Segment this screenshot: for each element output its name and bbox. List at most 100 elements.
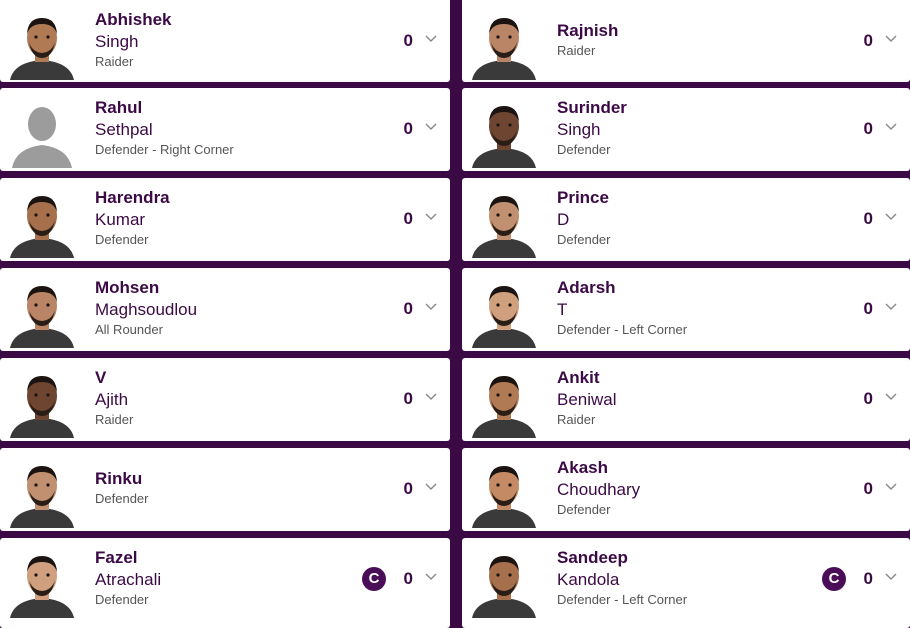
player-points: 0 (403, 31, 413, 50)
player-photo (468, 10, 540, 80)
player-card[interactable]: Adarsh T Defender - Left Corner 0 (462, 268, 910, 351)
player-first-name: Surinder (557, 98, 627, 117)
player-photo (468, 548, 540, 618)
player-points: 0 (403, 299, 413, 318)
player-points: 0 (863, 209, 873, 228)
player-photo (468, 98, 540, 168)
player-first-name: Ankit (557, 368, 600, 387)
player-last-name: Kumar (95, 210, 146, 229)
player-name-block: Prince D Defender (557, 187, 610, 249)
player-role: Raider (557, 412, 596, 427)
chevron-down-icon[interactable] (423, 209, 439, 225)
player-first-name: Prince (557, 188, 609, 207)
chevron-down-icon[interactable] (883, 209, 899, 225)
player-role: All Rounder (95, 322, 163, 337)
player-photo (6, 188, 78, 258)
player-card[interactable]: Abhishek Singh Raider 0 (0, 0, 450, 82)
player-card[interactable]: V Ajith Raider 0 (0, 358, 450, 441)
player-photo (6, 10, 78, 80)
player-card[interactable]: Prince D Defender 0 (462, 178, 910, 261)
chevron-down-icon[interactable] (883, 119, 899, 135)
chevron-down-icon[interactable] (883, 299, 899, 315)
chevron-down-icon[interactable] (423, 119, 439, 135)
player-card[interactable]: Mohsen Maghsoudlou All Rounder 0 (0, 268, 450, 351)
player-card[interactable]: Rajnish Raider 0 (462, 0, 910, 82)
chevron-down-icon[interactable] (423, 31, 439, 47)
player-points: 0 (863, 299, 873, 318)
player-card[interactable]: Rahul Sethpal Defender - Right Corner 0 (0, 88, 450, 171)
player-last-name: T (557, 300, 568, 319)
chevron-down-icon[interactable] (883, 479, 899, 495)
player-card[interactable]: Harendra Kumar Defender 0 (0, 178, 450, 261)
player-first-name: Rahul (95, 98, 143, 117)
player-name-block: Mohsen Maghsoudlou All Rounder (95, 277, 197, 339)
player-card[interactable]: Rinku Defender 0 (0, 448, 450, 531)
player-first-name: Sandeep (557, 548, 628, 567)
player-points: 0 (863, 569, 873, 588)
player-points: 0 (403, 209, 413, 228)
chevron-down-icon[interactable] (883, 569, 899, 585)
player-points: 0 (863, 389, 873, 408)
player-role: Defender - Left Corner (557, 592, 688, 607)
player-photo (468, 188, 540, 258)
player-card[interactable]: Ankit Beniwal Raider 0 (462, 358, 910, 441)
player-points: 0 (863, 479, 873, 498)
player-first-name: Akash (557, 458, 609, 477)
player-first-name: Fazel (95, 548, 138, 567)
player-role: Defender (95, 232, 149, 247)
player-first-name: Rajnish (557, 21, 619, 40)
chevron-down-icon[interactable] (883, 31, 899, 47)
chevron-down-icon[interactable] (423, 479, 439, 495)
player-photo (6, 368, 78, 438)
player-last-name: Maghsoudlou (95, 300, 198, 319)
player-role: Defender - Right Corner (95, 142, 234, 157)
player-last-name: Kandola (557, 570, 620, 589)
player-points: 0 (403, 479, 413, 498)
player-points: 0 (403, 569, 413, 588)
player-name-block: Abhishek Singh Raider (95, 9, 172, 71)
player-list: Abhishek Singh Raider 0 Rahul Sethpal Defender… (0, 0, 910, 628)
player-role: Raider (95, 412, 134, 427)
player-name-block: Akash Choudhary Defender (557, 457, 640, 519)
player-role: Raider (95, 54, 134, 69)
player-card[interactable]: Fazel Atrachali Defender C 0 (0, 538, 450, 628)
chevron-down-icon[interactable] (423, 299, 439, 315)
player-name-block: V Ajith Raider (95, 367, 133, 429)
player-last-name: Singh (557, 120, 601, 139)
player-role: Raider (557, 43, 596, 58)
player-photo (6, 458, 78, 528)
player-points: 0 (403, 389, 413, 408)
captain-badge: C (822, 567, 846, 591)
chevron-down-icon[interactable] (423, 389, 439, 405)
chevron-down-icon[interactable] (883, 389, 899, 405)
player-photo (468, 278, 540, 348)
player-photo (6, 278, 78, 348)
player-points: 0 (403, 119, 413, 138)
player-name-block: Surinder Singh Defender (557, 97, 627, 159)
player-points: 0 (863, 31, 873, 50)
player-role: Defender (557, 142, 611, 157)
player-name-block: Sandeep Kandola Defender - Left Corner (557, 547, 687, 609)
player-first-name: Rinku (95, 469, 143, 488)
player-name-block: Rajnish Raider (557, 20, 618, 60)
player-name-block: Rinku Defender (95, 468, 148, 508)
player-first-name: Abhishek (95, 10, 172, 29)
player-points: 0 (863, 119, 873, 138)
player-last-name: Beniwal (557, 390, 617, 409)
player-first-name: Harendra (95, 188, 170, 207)
player-card[interactable]: Sandeep Kandola Defender - Left Corner C 0 (462, 538, 910, 628)
player-card[interactable]: Surinder Singh Defender 0 (462, 88, 910, 171)
player-last-name: D (557, 210, 570, 229)
player-name-block: Fazel Atrachali Defender (95, 547, 161, 609)
player-card[interactable]: Akash Choudhary Defender 0 (462, 448, 910, 531)
player-name-block: Harendra Kumar Defender (95, 187, 170, 249)
player-last-name: Atrachali (95, 570, 162, 589)
player-photo (468, 458, 540, 528)
chevron-down-icon[interactable] (423, 569, 439, 585)
player-role: Defender (557, 232, 611, 247)
placeholder-avatar (6, 98, 78, 168)
player-name-block: Ankit Beniwal Raider (557, 367, 617, 429)
player-first-name: Adarsh (557, 278, 616, 297)
player-photo (6, 548, 78, 618)
player-role: Defender (95, 491, 149, 506)
